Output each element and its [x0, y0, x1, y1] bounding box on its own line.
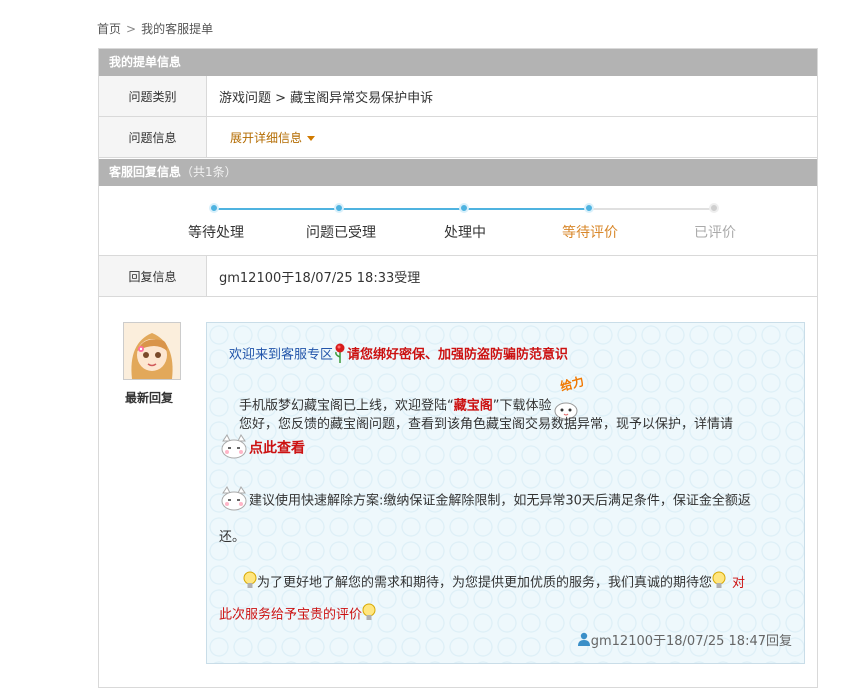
result-line: 您好，您反馈的藏宝阁问题，查看到该角色藏宝阁交易数据异常，现予以保护，详情请: [239, 417, 734, 432]
info-value: 展开详细信息: [219, 117, 316, 157]
info-label: 问题信息: [99, 117, 207, 157]
step-label-5: 已评价: [694, 225, 736, 241]
step-label-2: 问题已受理: [306, 225, 376, 241]
click-here-line: 点此查看: [219, 433, 305, 465]
avatar-girl-icon: [124, 323, 180, 379]
reply-footer: gm12100于18/07/25 18:47回复: [577, 630, 792, 651]
latest-reply-label: 最新回复: [125, 391, 174, 405]
expand-details-link[interactable]: 展开详细信息: [230, 129, 316, 146]
rose-icon: [333, 343, 347, 367]
rate-line: 此次服务给予宝贵的评价: [219, 603, 376, 627]
ticket-info-header: 我的提单信息: [99, 49, 817, 76]
ticket-info-title: 我的提单信息: [109, 55, 182, 69]
mobile-text-pre: 手机版梦幻藏宝阁已上线，欢迎登陆“: [239, 398, 454, 414]
suggest-line-2: 还。: [219, 530, 246, 545]
service-line: 为了更好地了解您的需求和期待，为您提供更加优质的服务，我们真诚的期待您 对: [243, 571, 745, 595]
reply-info-row: 回复信息 gm12100于18/07/25 18:33受理: [99, 256, 817, 297]
step-label-4: 等待评价: [562, 225, 618, 241]
security-tip: 请您绑好密保、加强防盗防骗防范意识: [347, 347, 569, 363]
welcome-text: 欢迎来到客服专区: [229, 347, 334, 363]
service-text: 为了更好地了解您的需求和期待，为您提供更加优质的服务，我们真诚的期待您: [257, 575, 713, 591]
breadcrumb-current: 我的客服提单: [141, 22, 214, 36]
progress-track-todo: [589, 208, 714, 210]
cat-face-icon-2: [219, 485, 249, 517]
reply-info-label: 回复信息: [99, 256, 207, 296]
breadcrumb-separator: >: [126, 22, 137, 36]
lightbulb-icon: [243, 571, 257, 595]
mobile-text-post: ”下载体验: [492, 398, 552, 414]
step-dot-4: [584, 203, 594, 213]
reply-count: （共1条）: [181, 165, 237, 179]
reply-info-header: 客服回复信息（共1条）: [99, 159, 817, 186]
step-dot-3: [459, 203, 469, 213]
step-dot-2: [334, 203, 344, 213]
rate-link-start[interactable]: 对: [732, 576, 745, 591]
expand-details-label: 展开详细信息: [230, 130, 303, 145]
reply-footer-text: gm12100于18/07/25 18:47回复: [590, 633, 792, 649]
step-label-1: 等待处理: [188, 225, 244, 241]
cat-face-icon: [219, 433, 249, 465]
step-dot-5: [709, 203, 719, 213]
progress-tracker: 等待处理 问题已受理 处理中 等待评价 已评价: [99, 186, 817, 256]
reply-info-value: gm12100于18/07/25 18:33受理: [219, 270, 421, 286]
lightbulb-icon-2: [712, 571, 726, 595]
breadcrumb-home[interactable]: 首页: [97, 22, 121, 36]
suggest-text-1: 建议使用快速解除方案:缴纳保证金解除限制，如无异常30天后满足条件，保证金全额返: [249, 493, 751, 509]
suggest-line: 建议使用快速解除方案:缴纳保证金解除限制，如无异常30天后满足条件，保证金全额返: [219, 485, 751, 517]
breadcrumb: 首页 > 我的客服提单: [97, 20, 213, 37]
category-row: 问题类别 游戏问题 > 藏宝阁异常交易保护申诉: [99, 76, 817, 117]
click-here-link[interactable]: 点此查看: [249, 441, 305, 457]
caret-down-icon: [307, 135, 316, 141]
agent-avatar: [123, 322, 181, 380]
category-label: 问题类别: [99, 76, 207, 116]
step-dot-1: [209, 203, 219, 213]
category-value: 游戏问题 > 藏宝阁异常交易保护申诉: [219, 90, 434, 106]
reply-info-title: 客服回复信息: [109, 165, 182, 179]
info-row: 问题信息 展开详细信息: [99, 117, 817, 158]
step-label-3: 处理中: [444, 225, 486, 241]
lightbulb-icon-3: [362, 603, 376, 627]
progress-track-done: [214, 208, 589, 210]
reply-message-bubble: 欢迎来到客服专区 请您绑好密保、加强防盗防骗防范意识 手机版梦幻藏宝阁已上线，欢迎…: [206, 322, 805, 664]
user-icon: [577, 632, 591, 650]
welcome-line: 欢迎来到客服专区 请您绑好密保、加强防盗防骗防范意识: [229, 343, 568, 367]
rate-link[interactable]: 此次服务给予宝贵的评价: [219, 608, 362, 623]
cangbaoge-link[interactable]: 藏宝阁: [454, 399, 493, 414]
ticket-panel: 我的提单信息 问题类别 游戏问题 > 藏宝阁异常交易保护申诉 问题信息 展开详细…: [98, 48, 818, 688]
